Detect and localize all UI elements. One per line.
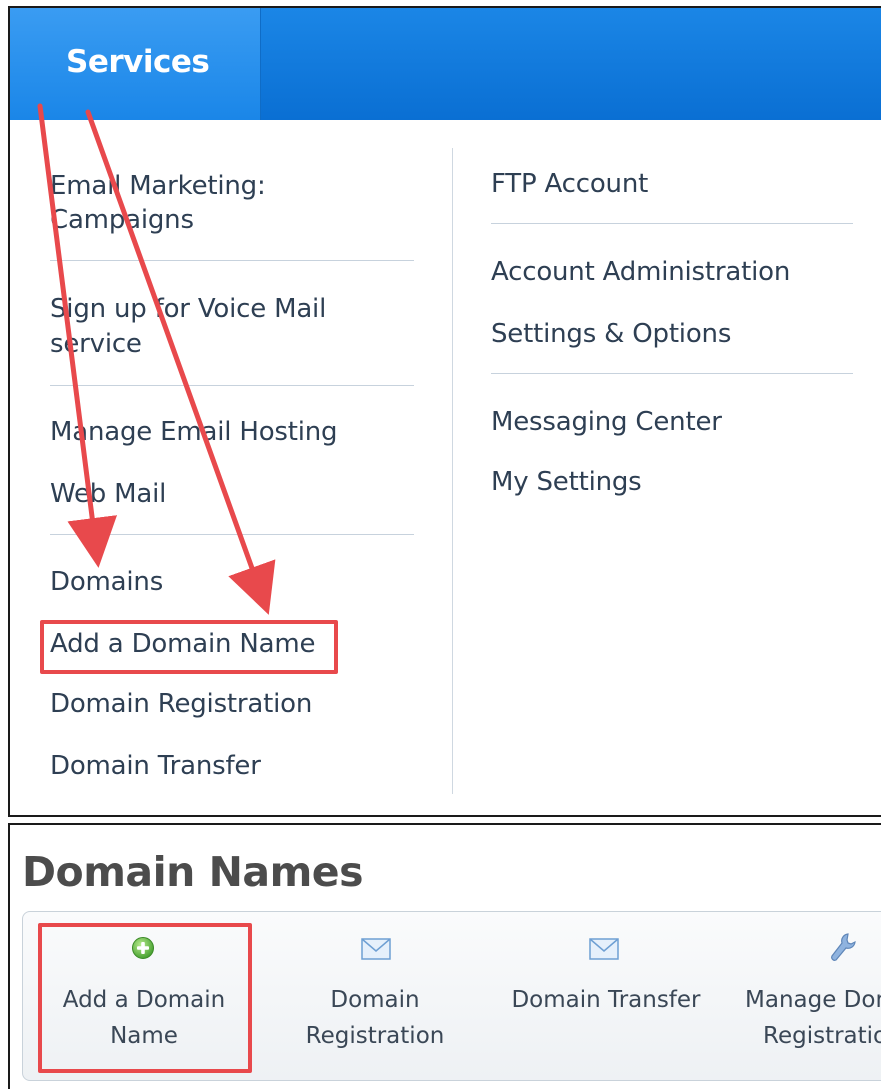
menu-item-settings-options[interactable]: Settings & Options: [491, 317, 731, 351]
menu-item-email-marketing-cont[interactable]: Campaigns: [50, 203, 194, 237]
services-tab-label: Services: [66, 44, 210, 80]
column-divider: [452, 148, 453, 794]
menu-item-domain-registration[interactable]: Domain Registration: [50, 687, 312, 721]
envelope-icon: [589, 938, 619, 960]
manage-domain-label-1: Manage Dom: [745, 987, 881, 1013]
menu-divider: [491, 223, 853, 224]
menu-item-web-mail[interactable]: Web Mail: [50, 477, 166, 511]
menu-item-domains[interactable]: Domains: [50, 565, 163, 599]
menu-item-account-administration[interactable]: Account Administration: [491, 255, 790, 289]
domain-transfer-label: Domain Transfer: [511, 987, 701, 1013]
menu-item-messaging-center[interactable]: Messaging Center: [491, 405, 722, 439]
menu-item-email-marketing[interactable]: Email Marketing:: [50, 169, 266, 203]
menu-item-voice-mail-cont[interactable]: service: [50, 327, 142, 361]
menu-item-manage-email-hosting[interactable]: Manage Email Hosting: [50, 415, 338, 449]
menu-divider: [50, 260, 414, 261]
menu-divider: [491, 373, 853, 374]
manage-domain-registration-button[interactable]: Manage Dom Registratio: [735, 912, 881, 1080]
services-tab[interactable]: Services: [10, 8, 261, 120]
wrench-icon: [831, 933, 856, 961]
domain-registration-label-1: Domain: [330, 987, 420, 1013]
menu-divider: [50, 534, 414, 535]
domain-transfer-button[interactable]: Domain Transfer: [501, 912, 711, 1080]
menu-divider: [50, 385, 414, 386]
services-menu-panel: Services Email Marketing: Campaigns Sign…: [8, 6, 881, 817]
domain-registration-label-2: Registration: [305, 1023, 445, 1049]
menu-item-ftp-account[interactable]: FTP Account: [491, 167, 648, 201]
domain-registration-button[interactable]: Domain Registration: [275, 912, 475, 1080]
add-domain-toolbar-highlight-box: [38, 923, 252, 1073]
menu-item-domain-transfer[interactable]: Domain Transfer: [50, 749, 261, 783]
menu-item-voice-mail[interactable]: Sign up for Voice Mail: [50, 292, 326, 326]
add-domain-highlight-box: [40, 620, 338, 674]
manage-domain-label-2: Registratio: [763, 1023, 881, 1049]
page-title: Domain Names: [22, 848, 364, 896]
envelope-icon: [361, 938, 391, 960]
menu-item-my-settings[interactable]: My Settings: [491, 465, 642, 499]
